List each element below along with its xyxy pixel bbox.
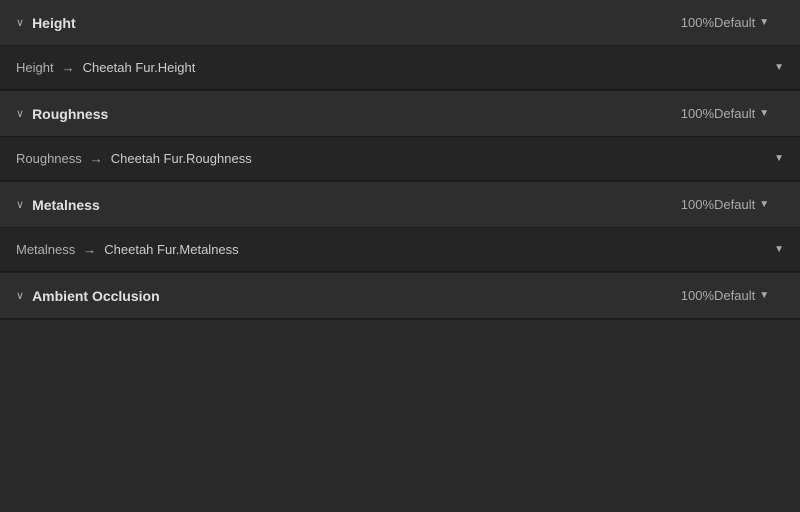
metalness-default-label: Default	[714, 197, 755, 212]
metalness-section: ∨ Metalness Default ▼ Metalness → Cheeta…	[0, 182, 800, 273]
roughness-section: ∨ Roughness Default ▼ Roughness → Cheeta…	[0, 91, 800, 182]
properties-panel: ∨ Height Default ▼ Height → Cheetah Fur.…	[0, 0, 800, 320]
height-mapping-row[interactable]: Height → Cheetah Fur.Height ▼	[0, 46, 800, 90]
roughness-default-label: Default	[714, 106, 755, 121]
ambient-occlusion-default-dropdown[interactable]: Default ▼	[714, 288, 784, 303]
metalness-section-title: Metalness	[32, 197, 672, 213]
height-chevron-icon[interactable]: ∨	[16, 16, 24, 29]
ambient-occlusion-chevron-icon[interactable]: ∨	[16, 289, 24, 302]
metalness-mapping-row[interactable]: Metalness → Cheetah Fur.Metalness ▼	[0, 228, 800, 272]
ambient-occlusion-percent-input[interactable]	[672, 288, 714, 303]
ambient-occlusion-dropdown-arrow-icon: ▼	[759, 290, 769, 301]
roughness-default-dropdown[interactable]: Default ▼	[714, 106, 784, 121]
height-row-value: Cheetah Fur.Height	[83, 60, 775, 75]
metalness-default-dropdown[interactable]: Default ▼	[714, 197, 784, 212]
metalness-dropdown-arrow-icon: ▼	[759, 199, 769, 210]
height-row-dropdown-icon[interactable]: ▼	[774, 62, 784, 73]
roughness-row-label: Roughness	[16, 151, 82, 166]
roughness-section-title: Roughness	[32, 106, 672, 122]
metalness-section-header[interactable]: ∨ Metalness Default ▼	[0, 182, 800, 228]
height-default-label: Default	[714, 15, 755, 30]
height-section: ∨ Height Default ▼ Height → Cheetah Fur.…	[0, 0, 800, 91]
roughness-percent-input[interactable]	[672, 106, 714, 121]
height-percent-input[interactable]	[672, 15, 714, 30]
height-section-title: Height	[32, 15, 672, 31]
ambient-occlusion-section-header[interactable]: ∨ Ambient Occlusion Default ▼	[0, 273, 800, 319]
metalness-row-label: Metalness	[16, 242, 75, 257]
ambient-occlusion-default-label: Default	[714, 288, 755, 303]
metalness-chevron-icon[interactable]: ∨	[16, 198, 24, 211]
metalness-row-value: Cheetah Fur.Metalness	[104, 242, 774, 257]
ambient-occlusion-section: ∨ Ambient Occlusion Default ▼	[0, 273, 800, 320]
roughness-section-header[interactable]: ∨ Roughness Default ▼	[0, 91, 800, 137]
roughness-dropdown-arrow-icon: ▼	[759, 108, 769, 119]
metalness-row-dropdown-icon[interactable]: ▼	[774, 244, 784, 255]
height-default-dropdown[interactable]: Default ▼	[714, 15, 784, 30]
roughness-arrow-icon: →	[90, 151, 103, 166]
ambient-occlusion-section-title: Ambient Occlusion	[32, 288, 672, 304]
metalness-percent-input[interactable]	[672, 197, 714, 212]
height-dropdown-arrow-icon: ▼	[759, 17, 769, 28]
metalness-arrow-icon: →	[83, 242, 96, 257]
height-section-header[interactable]: ∨ Height Default ▼	[0, 0, 800, 46]
roughness-row-dropdown-icon[interactable]: ▼	[774, 153, 784, 164]
roughness-row-value: Cheetah Fur.Roughness	[111, 151, 774, 166]
roughness-chevron-icon[interactable]: ∨	[16, 107, 24, 120]
height-arrow-icon: →	[62, 60, 75, 75]
roughness-mapping-row[interactable]: Roughness → Cheetah Fur.Roughness ▼	[0, 137, 800, 181]
height-row-label: Height	[16, 60, 54, 75]
